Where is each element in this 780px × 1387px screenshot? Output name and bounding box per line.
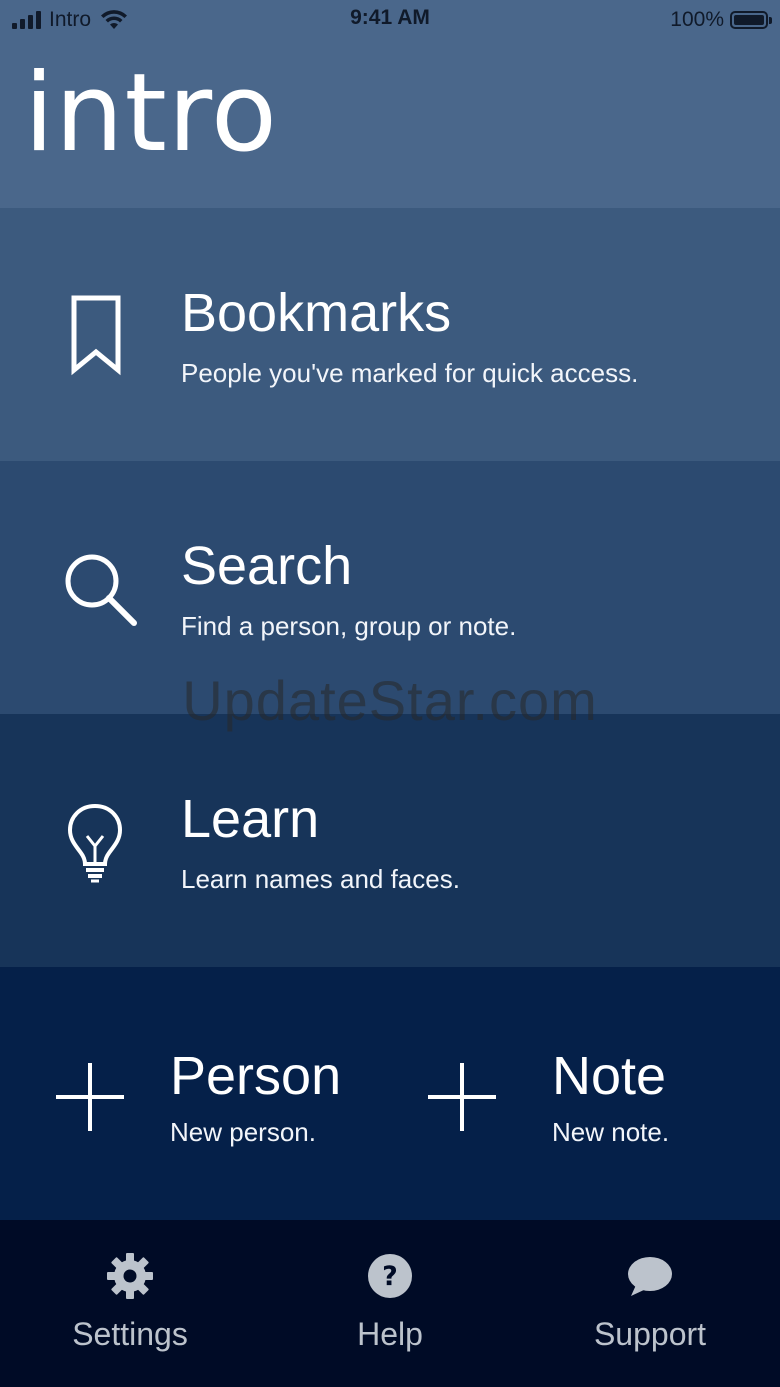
tab-settings-label: Settings xyxy=(72,1316,188,1352)
gear-icon xyxy=(107,1253,153,1299)
new-person-title: Person xyxy=(170,1046,342,1106)
bookmarks-title: Bookmarks xyxy=(181,283,452,343)
search-subtitle: Find a person, group or note. xyxy=(181,611,517,641)
new-items-row: Person New person. Note New note. xyxy=(0,967,780,1220)
new-note-button[interactable]: Note New note. xyxy=(390,967,780,1220)
app-header: intro xyxy=(0,40,780,208)
plus-icon xyxy=(56,1063,124,1131)
tab-settings[interactable]: Settings xyxy=(0,1220,260,1387)
search-icon xyxy=(65,554,137,626)
battery-icon xyxy=(730,11,772,29)
bookmarks-row[interactable]: Bookmarks People you've marked for quick… xyxy=(0,208,780,461)
status-time: 9:41 AM xyxy=(350,6,430,29)
search-row[interactable]: Search Find a person, group or note. xyxy=(0,461,780,714)
battery-percentage: 100% xyxy=(670,8,724,31)
status-right: 100% xyxy=(670,6,772,34)
learn-row[interactable]: Learn Learn names and faces. xyxy=(0,714,780,967)
plus-icon xyxy=(428,1063,496,1131)
lightbulb-icon xyxy=(67,803,123,883)
search-title: Search xyxy=(181,536,353,596)
tab-bar: Settings ? Help Support xyxy=(0,1220,780,1387)
new-person-subtitle: New person. xyxy=(170,1117,316,1147)
svg-text:?: ? xyxy=(382,1261,398,1292)
new-person-button[interactable]: Person New person. xyxy=(0,967,390,1220)
new-note-title: Note xyxy=(552,1046,667,1106)
tab-support[interactable]: Support xyxy=(520,1220,780,1387)
tab-support-label: Support xyxy=(593,1316,707,1352)
new-note-subtitle: New note. xyxy=(552,1117,670,1147)
bookmarks-subtitle: People you've marked for quick access. xyxy=(181,358,639,388)
tab-help[interactable]: ? Help xyxy=(260,1220,520,1387)
chat-bubble-icon xyxy=(628,1257,672,1296)
help-icon: ? xyxy=(368,1254,412,1298)
bookmark-icon xyxy=(71,295,121,376)
app-title: intro xyxy=(24,51,278,176)
learn-title: Learn xyxy=(181,789,320,849)
status-bar: Intro 9:41 AM 100% xyxy=(0,0,780,40)
tab-help-label: Help xyxy=(357,1316,423,1352)
learn-subtitle: Learn names and faces. xyxy=(181,864,460,894)
